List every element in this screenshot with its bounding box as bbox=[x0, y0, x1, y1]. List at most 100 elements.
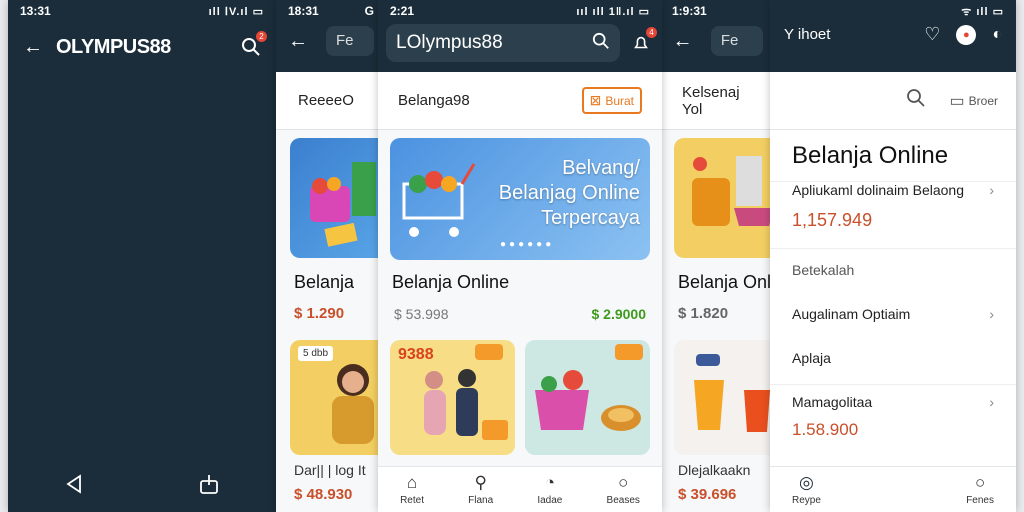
profile-icon: ○ bbox=[974, 473, 986, 492]
home-icon: ⌂ bbox=[406, 473, 418, 492]
nav-share-icon[interactable] bbox=[198, 473, 220, 500]
list-item-label: Aplaja bbox=[792, 350, 831, 366]
back-arrow-icon[interactable]: ← bbox=[20, 34, 46, 60]
nav-profile[interactable]: ○ Fenes bbox=[966, 473, 994, 506]
tab-bar: ReeeeO bbox=[276, 72, 386, 130]
list-item-label: Augalinam Optiaim bbox=[792, 306, 911, 322]
chevron-right-icon: › bbox=[989, 182, 994, 198]
header: 2:21 ııl ıll 1‖.ıl ▭ LOlympus88 4 bbox=[378, 0, 662, 72]
carousel-dots: ●●●●●● bbox=[500, 239, 555, 250]
header: 1:9:31 ← Fe bbox=[660, 0, 775, 72]
tab-bar: Belanga98 ⊠ Burat bbox=[378, 72, 662, 130]
profile-icon: ○ bbox=[618, 473, 629, 492]
promo-card-1[interactable]: 9388 bbox=[390, 340, 515, 455]
tab-label[interactable]: Kelsenaj Yol bbox=[682, 84, 755, 118]
back-arrow-icon[interactable]: ← bbox=[672, 28, 693, 54]
list-item-label: Mamagolitaa bbox=[792, 394, 873, 410]
browse-button[interactable]: ▭ Broer bbox=[950, 91, 998, 111]
bottom-nav: ◎ Reype ○ Fenes bbox=[770, 466, 1016, 512]
bottom-title: Dar|| | log It bbox=[294, 462, 366, 478]
chat-bubble-icon: ▭ bbox=[949, 92, 965, 110]
product-title: Belanja Onl bbox=[678, 272, 772, 292]
nav-orders-label: Iadae bbox=[537, 495, 563, 506]
banner-line-2: Belanjag Online bbox=[498, 182, 640, 204]
search-icon[interactable] bbox=[592, 32, 610, 55]
heart-icon[interactable]: ♡ bbox=[924, 24, 940, 45]
phone-1: 13:31 ıll ⅠV.ıl ▭ ← OLYMPUS88 2 bbox=[8, 0, 276, 512]
promo-card-2[interactable] bbox=[525, 340, 650, 455]
back-arrow-icon[interactable]: ← bbox=[288, 28, 308, 54]
drink-image[interactable] bbox=[674, 340, 775, 455]
status-bar: 18:31 G bbox=[276, 0, 386, 22]
nav-orders[interactable]: ◔ Iadae bbox=[537, 473, 562, 506]
nav-search[interactable]: ⚲ Flana bbox=[468, 473, 493, 506]
list-item[interactable]: Mamagolitaa › 1.58.900 bbox=[770, 394, 1016, 440]
nav-back-icon[interactable] bbox=[64, 473, 86, 500]
tab-label[interactable]: ReeeeO bbox=[298, 92, 354, 109]
status-time: 18:31 bbox=[288, 4, 319, 18]
compass-icon: ◎ bbox=[799, 473, 814, 492]
search-icon[interactable]: 2 bbox=[238, 31, 267, 60]
chevron-right-icon: › bbox=[989, 306, 994, 322]
list-item[interactable]: Betekalah bbox=[770, 262, 1016, 278]
chat-icon[interactable]: ● bbox=[956, 24, 977, 45]
alert-icon[interactable]: ◐ bbox=[992, 26, 1002, 44]
product-image[interactable] bbox=[674, 138, 775, 258]
status-icons: ıll ⅠV.ıl ▭ bbox=[208, 5, 264, 18]
search-box[interactable]: Fe bbox=[326, 26, 374, 56]
banner-line-1: Belvang/ bbox=[562, 157, 640, 179]
list-item[interactable]: Augalinam Optiaim › bbox=[770, 306, 1016, 322]
promo-image[interactable]: 5 dbb bbox=[290, 340, 386, 455]
page-title: Belanja Online bbox=[770, 130, 1016, 182]
nav-profile-label: Beases bbox=[606, 495, 640, 506]
status-time: 13:31 bbox=[20, 4, 51, 18]
list-item[interactable]: Aplaja bbox=[770, 350, 1016, 366]
bottom-price: $ 39.696 bbox=[678, 486, 737, 503]
hero-banner[interactable]: Belvang/ Belanjag Online Terpercaya ●●●●… bbox=[390, 138, 650, 260]
product-price: $ 1.290 bbox=[294, 305, 345, 322]
bottom-nav: ⌂ Retet ⚲ Flana ◔ Iadae ○ Beases bbox=[378, 466, 662, 512]
list-item-value: 1,157.949 bbox=[792, 210, 873, 230]
system-nav bbox=[8, 473, 276, 500]
status-bar: 2:21 ııl ıll 1‖.ıl ▭ bbox=[378, 0, 662, 22]
promo-button[interactable]: ⊠ Burat bbox=[581, 87, 642, 114]
clock-icon: ◔ bbox=[544, 473, 555, 492]
status-icon: G bbox=[364, 4, 374, 18]
nav-home[interactable]: ⌂ Retet bbox=[400, 473, 424, 506]
tab-belanja[interactable]: Belanga98 bbox=[398, 92, 470, 109]
product-image[interactable] bbox=[290, 138, 386, 258]
ticket-icon: ⊠ bbox=[589, 92, 602, 108]
search-bar[interactable]: LOlympus88 bbox=[386, 24, 620, 62]
nav-profile[interactable]: ○ Beases bbox=[607, 473, 640, 506]
search-icon: ⚲ bbox=[474, 473, 487, 492]
app-logo: LOlympus88 bbox=[396, 32, 503, 53]
app-logo: OLYMPUS88 bbox=[56, 35, 171, 58]
nav-profile-label: Fenes bbox=[966, 495, 994, 506]
header: 18:31 G ← Fe bbox=[276, 0, 386, 72]
list-item[interactable]: Apliukaml dolinaim Belaong › 1,157.949 bbox=[770, 182, 1016, 231]
promo-label: Burat bbox=[605, 93, 634, 108]
header-text: Y ihoet bbox=[784, 26, 831, 43]
status-bar: ᯤ ıll ▭ bbox=[770, 0, 1016, 22]
status-time: 1:9:31 bbox=[672, 4, 707, 18]
status-time: 2:21 bbox=[390, 4, 415, 18]
status-bar: 1:9:31 bbox=[660, 0, 775, 22]
bell-icon[interactable]: 4 bbox=[628, 27, 657, 56]
phone-3: 2:21 ııl ıll 1‖.ıl ▭ LOlympus88 4 Belang… bbox=[378, 0, 662, 512]
price-new: $ 2.9000 bbox=[591, 306, 647, 322]
price-old: $ 53.998 bbox=[394, 306, 449, 322]
chevron-right-icon: › bbox=[989, 394, 994, 410]
status-icons: ᯤ ıll ▭ bbox=[961, 5, 1004, 18]
screenshot-collage: 13:31 ıll ⅠV.ıl ▭ ← OLYMPUS88 2 18:31 G ← bbox=[0, 0, 1024, 512]
notification-badge: 2 bbox=[256, 31, 267, 42]
list-item-value: 1.58.900 bbox=[792, 420, 859, 439]
browse-label: Broer bbox=[968, 93, 998, 108]
search-icon[interactable] bbox=[906, 88, 926, 113]
status-bar: 13:31 ıll ⅠV.ıl ▭ bbox=[8, 0, 276, 22]
search-row: ▭ Broer bbox=[770, 72, 1016, 130]
header: ᯤ ıll ▭ Y ihoet ♡ ● ◐ bbox=[770, 0, 1016, 72]
search-box[interactable]: Fe bbox=[710, 26, 763, 56]
nav-explore[interactable]: ◎ Reype bbox=[792, 473, 821, 506]
phone-5: ᯤ ıll ▭ Y ihoet ♡ ● ◐ ▭ Broer Belanja On… bbox=[770, 0, 1016, 512]
phone-4: 1:9:31 ← Fe Kelsenaj Yol Belanja Onl $ 1… bbox=[660, 0, 775, 512]
